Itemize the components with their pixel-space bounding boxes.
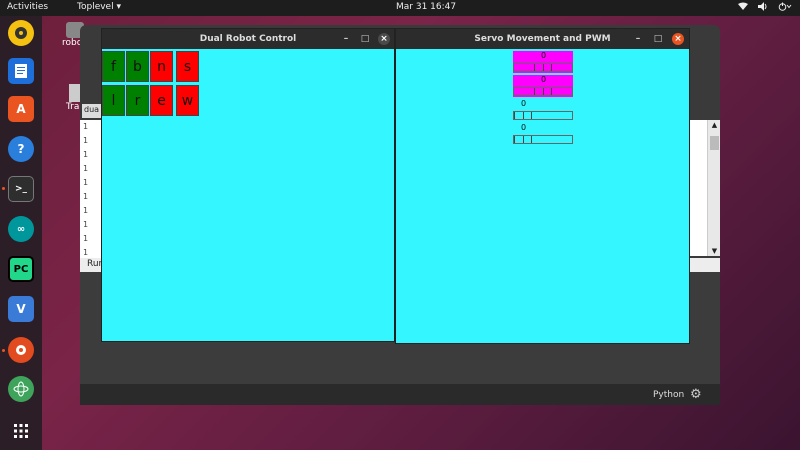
clock[interactable]: Mar 31 16:47 xyxy=(396,2,456,12)
servo-slider-1[interactable]: 0 xyxy=(513,51,573,73)
slider-track[interactable] xyxy=(513,111,573,120)
app-menu[interactable]: Toplevel ▾ xyxy=(77,2,121,12)
line-number: 1 xyxy=(83,178,89,187)
interpreter-label[interactable]: Python xyxy=(653,390,684,400)
running-indicator xyxy=(2,349,5,352)
key-right-button[interactable]: r xyxy=(126,85,149,116)
rhythmbox-icon[interactable] xyxy=(8,20,34,46)
line-number: 1 xyxy=(83,122,89,131)
line-number: 1 xyxy=(83,164,89,173)
servo-slider-2[interactable]: 0 xyxy=(513,75,573,97)
maximize-button[interactable]: □ xyxy=(359,33,371,45)
servo-value: 0 xyxy=(541,75,547,84)
dock: A ? >_ ∞ PC V xyxy=(0,16,42,450)
line-number: 1 xyxy=(83,234,89,243)
key-n-button[interactable]: n xyxy=(150,51,173,82)
scroll-down-arrow-icon[interactable]: ▼ xyxy=(708,246,721,256)
power-icon[interactable] xyxy=(778,2,792,14)
help-icon[interactable]: ? xyxy=(8,136,34,162)
running-indicator xyxy=(2,187,5,190)
key-left-button[interactable]: l xyxy=(102,85,125,116)
slider-thumb[interactable] xyxy=(514,112,532,119)
software-icon[interactable]: A xyxy=(8,96,34,122)
robot-control-canvas: f b n s l r e w xyxy=(102,49,394,341)
thonny-icon[interactable] xyxy=(8,337,34,363)
slider-thumb[interactable] xyxy=(514,136,532,143)
slider-track[interactable] xyxy=(513,87,573,96)
window-titlebar[interactable]: Dual Robot Control – □ × xyxy=(102,29,394,49)
servo-value: 0 xyxy=(521,99,527,108)
network-icon[interactable] xyxy=(738,2,748,14)
volume-icon[interactable] xyxy=(758,2,768,14)
gear-icon[interactable]: ⚙ xyxy=(690,387,702,402)
minimize-button[interactable]: – xyxy=(340,33,352,45)
servo-value: 0 xyxy=(521,123,527,132)
window-title: Servo Movement and PWM xyxy=(474,34,611,44)
key-forward-button[interactable]: f xyxy=(102,51,125,82)
scroll-up-arrow-icon[interactable]: ▲ xyxy=(708,120,721,130)
key-e-button[interactable]: e xyxy=(150,85,173,116)
close-button[interactable]: × xyxy=(672,33,684,45)
status-bar xyxy=(80,384,720,405)
system-tray[interactable] xyxy=(738,2,792,14)
writer-icon[interactable] xyxy=(8,58,34,84)
servo-slider-4[interactable]: 0 xyxy=(513,123,573,145)
line-number: 1 xyxy=(83,206,89,215)
arduino-icon[interactable]: ∞ xyxy=(8,216,34,242)
line-number: 1 xyxy=(83,150,89,159)
desktop-icon-label: Tra xyxy=(66,102,80,112)
slider-thumb[interactable] xyxy=(534,64,552,71)
vnc-icon[interactable]: V xyxy=(8,296,34,322)
atom-icon[interactable] xyxy=(8,376,34,402)
minimize-button[interactable]: – xyxy=(632,33,644,45)
activities-button[interactable]: Activities xyxy=(7,2,48,12)
scroll-thumb[interactable] xyxy=(710,136,719,150)
line-number: 1 xyxy=(83,192,89,201)
servo-pwm-window: Servo Movement and PWM – □ × 0 0 0 0 xyxy=(395,28,690,344)
slider-track[interactable] xyxy=(513,135,573,144)
editor-scrollbar[interactable]: ▲ ▼ xyxy=(707,120,720,256)
top-bar: Activities Toplevel ▾ Mar 31 16:47 xyxy=(0,0,800,16)
key-w-button[interactable]: w xyxy=(176,85,199,116)
pycharm-icon[interactable]: PC xyxy=(8,256,34,282)
maximize-button[interactable]: □ xyxy=(652,33,664,45)
line-numbers: 1 1 1 1 1 1 1 1 1 1 xyxy=(80,120,102,260)
slider-thumb[interactable] xyxy=(534,88,552,95)
servo-canvas: 0 0 0 0 xyxy=(396,49,689,343)
line-number: 1 xyxy=(83,136,89,145)
terminal-icon[interactable]: >_ xyxy=(8,176,34,202)
key-back-button[interactable]: b xyxy=(126,51,149,82)
key-s-button[interactable]: s xyxy=(176,51,199,82)
slider-track[interactable] xyxy=(513,63,573,72)
apps-grid-icon[interactable] xyxy=(8,418,34,444)
close-button[interactable]: × xyxy=(378,33,390,45)
line-number: 1 xyxy=(83,220,89,229)
line-number: 1 xyxy=(83,248,89,257)
window-titlebar[interactable]: Servo Movement and PWM – □ × xyxy=(396,29,689,49)
servo-value: 0 xyxy=(541,51,547,60)
editor-tab[interactable]: dua xyxy=(82,104,102,118)
servo-slider-3[interactable]: 0 xyxy=(513,99,573,121)
dual-robot-control-window: Dual Robot Control – □ × f b n s l r e w xyxy=(101,28,395,342)
